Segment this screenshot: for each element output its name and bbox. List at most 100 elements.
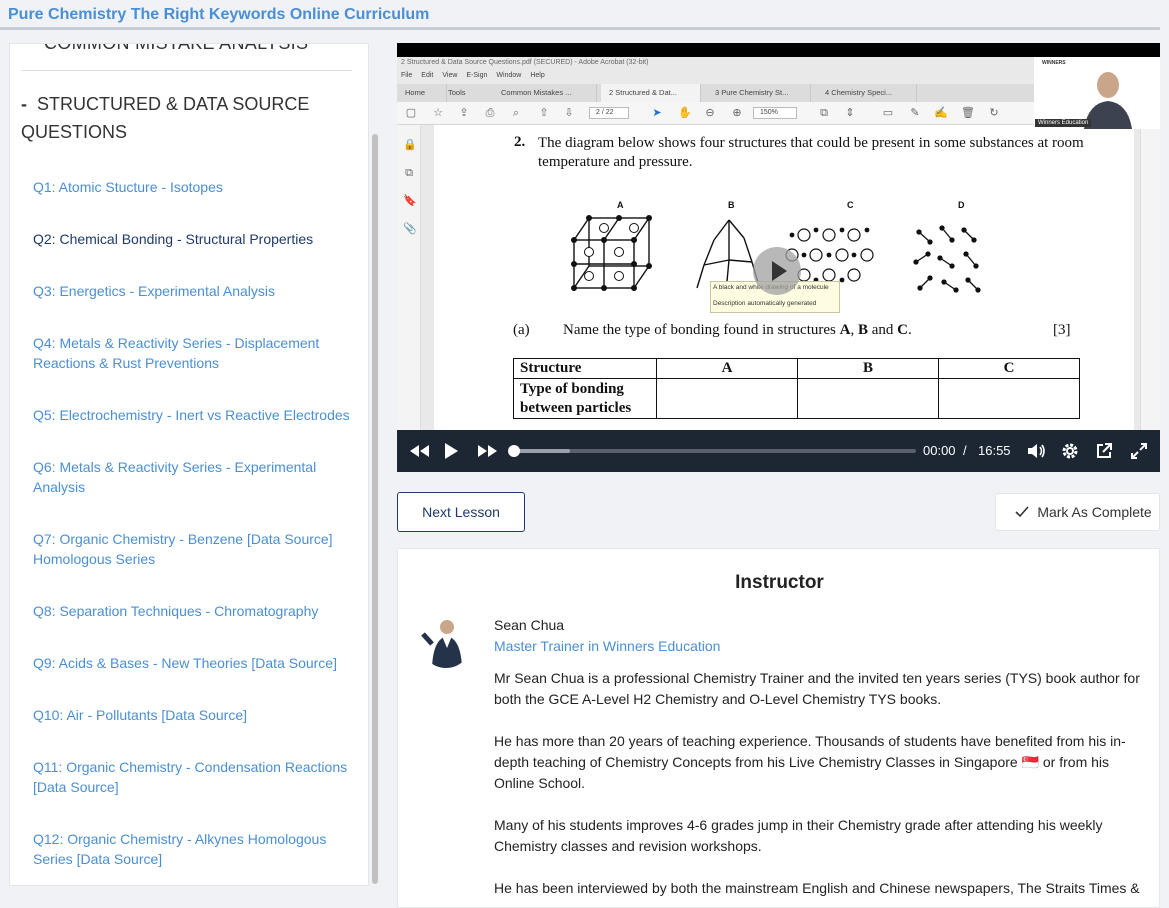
- acrobat-tab: Common Mistakes ...: [493, 84, 597, 102]
- lesson-link[interactable]: Q3: Energetics - Experimental Analysis: [33, 281, 358, 301]
- bookmark-icon: 🔖: [403, 195, 417, 207]
- pointer-icon: ➤: [652, 107, 662, 119]
- volume-icon: [1028, 444, 1045, 458]
- print-icon: ⎙: [485, 107, 495, 119]
- popout-button[interactable]: [1093, 430, 1115, 472]
- fullscreen-button[interactable]: [1128, 430, 1150, 472]
- question-marks: [3]: [1053, 322, 1071, 338]
- section-header[interactable]: - STRUCTURED & DATA SOURCE QUESTIONS: [21, 90, 351, 146]
- table-cell: [656, 378, 798, 419]
- previous-section-title[interactable]: COMMON MISTAKE ANALYSIS: [44, 44, 308, 54]
- structure-label: B: [728, 200, 735, 210]
- settings-button[interactable]: [1059, 430, 1081, 472]
- player-controls: 00:00 / 16:55: [397, 430, 1160, 472]
- lesson-link-active[interactable]: Q2: Chemical Bonding - Structural Proper…: [33, 229, 358, 249]
- zoom-box: 150%: [753, 107, 797, 119]
- mark-complete-button[interactable]: Mark As Complete: [995, 493, 1160, 531]
- lesson-link[interactable]: Q10: Air - Pollutants [Data Source]: [33, 705, 358, 725]
- part-text-bold: A: [839, 322, 851, 338]
- big-play-button[interactable]: [753, 247, 801, 295]
- time-separator: /: [963, 443, 967, 458]
- table-row: Structure A B C: [513, 358, 1080, 379]
- section-title: STRUCTURED & DATA SOURCE QUESTIONS: [21, 94, 310, 142]
- table-header-cell: C: [938, 358, 1080, 379]
- title-divider: [0, 27, 1160, 30]
- instructor-role[interactable]: Master Trainer in Winners Education: [494, 638, 720, 654]
- table-cell: [797, 378, 939, 419]
- lesson-link[interactable]: Q7: Organic Chemistry - Benzene [Data So…: [33, 529, 358, 569]
- fit-page-icon: ⧉: [820, 107, 828, 119]
- lesson-link[interactable]: Q1: Atomic Stucture - Isotopes: [33, 177, 358, 197]
- progress-track[interactable]: [514, 449, 916, 453]
- acrobat-tab: 3 Pure Chemistry St...: [707, 84, 811, 102]
- course-title: Pure Chemistry The Right Keywords Online…: [8, 6, 430, 23]
- current-time: 00:00: [923, 443, 956, 458]
- instructor-photo: [421, 620, 462, 668]
- question-part-label: (a): [513, 322, 530, 338]
- lesson-link[interactable]: Q9: Acids & Bases - New Theories [Data S…: [33, 653, 358, 673]
- structure-label: D: [958, 200, 965, 210]
- acrobat-right-panel: [1140, 125, 1160, 430]
- rotate-icon: ↻: [989, 107, 999, 119]
- video-player[interactable]: 2 Structured & Data Source Questions.pdf…: [397, 43, 1160, 472]
- play-button[interactable]: [439, 430, 463, 472]
- instructor-bio: Mr Sean Chua is a professional Chemistry…: [494, 670, 1140, 707]
- table-header-cell: B: [797, 358, 939, 379]
- webcam-logo: WINNERS: [1042, 60, 1066, 66]
- star-icon: ☆: [433, 107, 443, 119]
- question-text: The diagram below shows four structures …: [538, 135, 1084, 170]
- comment-icon: ▭: [882, 107, 894, 119]
- volume-button[interactable]: [1024, 430, 1048, 472]
- progress-buffered: [514, 449, 570, 453]
- hand-icon: ✋: [678, 107, 692, 119]
- part-text-segment: Name the type of bonding found in struct…: [563, 322, 840, 338]
- question-number: 2.: [514, 134, 526, 150]
- part-text-bold: B: [857, 322, 868, 338]
- rewind-icon: [410, 445, 429, 457]
- acrobat-tab-current: 2 Structured & Dat...: [601, 84, 701, 102]
- page-number-box: 2 / 22: [589, 107, 629, 119]
- lesson-link[interactable]: Q6: Metals & Reactivity Series - Experim…: [33, 457, 358, 497]
- acrobat-menu-item: Window: [496, 72, 522, 79]
- pages-icon: ⧉: [405, 167, 413, 179]
- next-lesson-button[interactable]: Next Lesson: [397, 492, 525, 532]
- lesson-link[interactable]: Q11: Organic Chemistry - Condensation Re…: [33, 757, 358, 797]
- sidebar-scrollbar-thumb[interactable]: [372, 134, 378, 884]
- instructor-panel: Instructor Sean Chua Master Trainer in W…: [397, 548, 1160, 908]
- fast-forward-button[interactable]: [474, 430, 502, 472]
- structure-label: A: [617, 200, 624, 210]
- instructor-bio: Many of his students improves 4-6 grades…: [494, 817, 1103, 854]
- part-text-segment: ,: [850, 322, 858, 338]
- table-header-cell: Structure: [513, 358, 657, 379]
- structure-label: C: [847, 200, 854, 210]
- table-cell: [938, 378, 1080, 419]
- instructor-name: Sean Chua: [494, 617, 565, 633]
- attachment-icon: 📎: [403, 223, 417, 235]
- gear-icon: [1062, 443, 1078, 459]
- rewind-button[interactable]: [405, 430, 433, 472]
- webcam-overlay: WINNERS Winners Education: [1034, 57, 1160, 129]
- lesson-link[interactable]: Q4: Metals & Reactivity Series - Displac…: [33, 333, 358, 373]
- play-icon: [445, 443, 458, 459]
- trash-icon: 🗑: [961, 107, 975, 119]
- progress-handle[interactable]: [508, 445, 520, 457]
- check-icon: [1015, 506, 1029, 518]
- sidebar-divider: [21, 70, 352, 71]
- collapse-marker[interactable]: -: [21, 94, 27, 114]
- zoom-in-icon: ⊕: [732, 107, 742, 119]
- table-row-label: Type of bonding between particles: [513, 378, 657, 419]
- table-header-cell: A: [656, 358, 798, 379]
- lesson-link[interactable]: Q8: Separation Techniques - Chromatograp…: [33, 601, 358, 621]
- popout-icon: [1097, 443, 1112, 458]
- lesson-link[interactable]: Q5: Electrochemistry - Inert vs Reactive…: [33, 405, 358, 425]
- acrobat-menu-item: View: [442, 72, 458, 79]
- fast-forward-icon: [478, 445, 497, 457]
- lesson-link[interactable]: Q12: Organic Chemistry - Alkynes Homolog…: [33, 829, 358, 869]
- upload-icon: ⇪: [459, 107, 469, 119]
- save-icon: ▢: [405, 107, 417, 119]
- duration: 16:55: [978, 443, 1011, 458]
- play-icon: [772, 261, 787, 281]
- instructor-avatar: [420, 614, 472, 668]
- acrobat-tab: Tools: [448, 88, 466, 97]
- lock-icon: 🔒: [403, 139, 417, 151]
